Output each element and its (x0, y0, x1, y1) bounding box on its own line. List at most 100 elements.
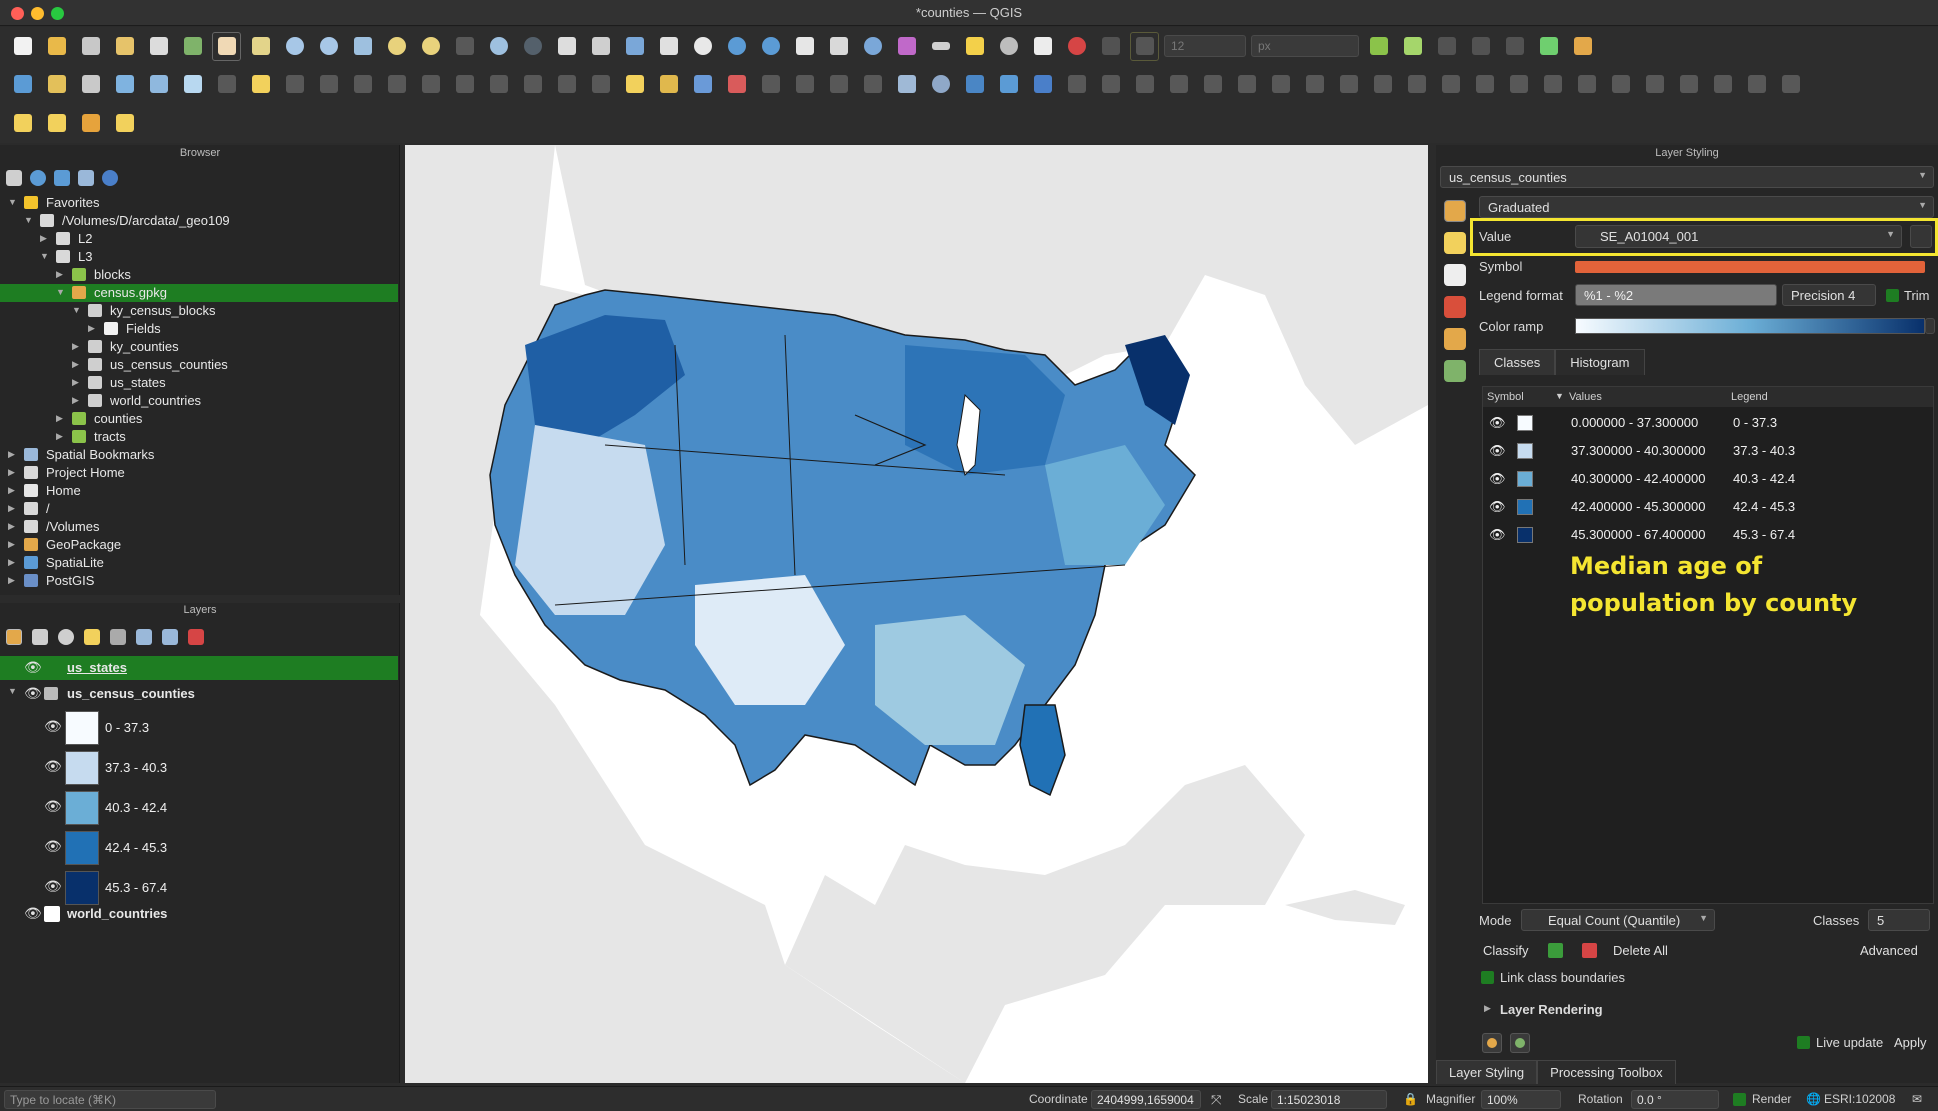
delete-ring-button[interactable] (1266, 70, 1295, 99)
link-boundaries-checkbox[interactable] (1481, 971, 1494, 984)
class-values[interactable]: 42.400000 - 45.300000 (1571, 499, 1705, 514)
rotate-feature-button[interactable] (1096, 70, 1125, 99)
history-tab-icon[interactable] (1444, 360, 1466, 382)
new-project-button[interactable] (8, 32, 37, 61)
3d-view-tab-icon[interactable] (1444, 296, 1466, 318)
add-class-icon[interactable] (1548, 943, 1563, 958)
trim-checkbox[interactable] (1886, 289, 1899, 302)
collapse-arrow-icon[interactable]: ▼ (40, 251, 49, 261)
lock-icon[interactable]: 🔒 (1403, 1092, 1418, 1106)
visibility-eye-icon[interactable]: 👁 (44, 758, 62, 775)
class-legend[interactable]: 42.4 - 45.3 (1733, 499, 1795, 514)
reshape-button[interactable] (1334, 70, 1363, 99)
font-size-spinbox[interactable]: 12 (1164, 35, 1246, 57)
snap-vertex-button[interactable] (1130, 31, 1159, 61)
deselect-all-button[interactable] (76, 109, 105, 138)
expand-arrow-icon[interactable]: ▶ (56, 269, 63, 280)
toggle-editing-button[interactable] (246, 70, 275, 99)
paste-features-button[interactable] (518, 70, 547, 99)
layer-select[interactable]: us_census_counties ▼ (1440, 166, 1934, 188)
symbol-preview[interactable] (1575, 261, 1925, 273)
new-3d-view-button[interactable] (586, 32, 615, 61)
class-values[interactable]: 40.300000 - 42.400000 (1571, 471, 1705, 486)
browser-item[interactable]: ▼ Favorites (0, 194, 398, 212)
ellipse-button[interactable] (1742, 70, 1771, 99)
annotation-button[interactable] (994, 32, 1023, 61)
layer-us-census-counties[interactable]: ▼ 👁 us_census_counties (0, 683, 398, 705)
db-manager-button[interactable] (892, 70, 921, 99)
new-map-view-button[interactable] (552, 32, 581, 61)
browser-item[interactable]: ▶ SpatiaLite (0, 554, 398, 572)
text-annotation-button[interactable] (1028, 32, 1057, 61)
legend-class-item[interactable]: 👁 40.3 - 42.4 (0, 788, 398, 828)
expand-arrow-icon[interactable]: ▶ (8, 539, 15, 550)
measure-button[interactable] (926, 32, 955, 61)
apply-button[interactable]: Apply (1888, 1032, 1933, 1053)
visibility-eye-icon[interactable]: 👁 (1489, 471, 1506, 487)
diagram-tool-button[interactable] (654, 70, 683, 99)
browser-item[interactable]: ▶ PostGIS (0, 572, 398, 590)
move-label-button[interactable] (756, 70, 785, 99)
expand-all-icon[interactable] (136, 629, 152, 645)
intersection-button[interactable] (1432, 32, 1461, 61)
map-canvas[interactable] (405, 145, 1428, 1083)
pan-map-button[interactable] (212, 31, 241, 61)
merge-attributes-button[interactable] (1470, 70, 1499, 99)
layer-world-countries[interactable]: 👁 world_countries (0, 903, 398, 925)
symbology-tab-icon[interactable] (1444, 200, 1466, 222)
visibility-eye-icon[interactable]: 👁 (1489, 499, 1506, 515)
expand-arrow-icon[interactable]: ▶ (88, 323, 95, 334)
live-update-checkbox[interactable] (1797, 1036, 1810, 1049)
class-values[interactable]: 45.300000 - 67.400000 (1571, 527, 1705, 542)
legend-class-item[interactable]: 👁 37.3 - 40.3 (0, 748, 398, 788)
expand-arrow-icon[interactable]: ▶ (1484, 1003, 1491, 1014)
current-edits-button[interactable] (212, 70, 241, 99)
visibility-eye-icon[interactable]: 👁 (24, 905, 42, 922)
tab-histogram[interactable]: Histogram (1555, 349, 1645, 375)
delete-selected-button[interactable] (416, 70, 445, 99)
select-location-button[interactable] (110, 109, 139, 138)
add-group-icon[interactable] (32, 629, 48, 645)
class-values[interactable]: 37.300000 - 40.300000 (1571, 443, 1705, 458)
expand-arrow-icon[interactable]: ▶ (72, 395, 79, 406)
expand-arrow-icon[interactable]: ▶ (8, 449, 15, 460)
browser-item[interactable]: ▶ / (0, 500, 398, 518)
crs-button[interactable]: ESRI:102008 (1824, 1092, 1895, 1106)
cut-features-button[interactable] (450, 70, 479, 99)
redo-style-button[interactable] (1510, 1033, 1530, 1053)
visibility-eye-icon[interactable]: 👁 (1489, 527, 1506, 543)
locator-search-button[interactable] (1534, 32, 1563, 61)
color-ramp-dropdown[interactable] (1925, 318, 1935, 334)
coordinate-field[interactable]: 2404999,1659004 (1091, 1090, 1201, 1109)
save-edits-button[interactable] (280, 70, 309, 99)
layer-rendering-section[interactable]: Layer Rendering (1500, 1002, 1603, 1017)
column-symbol[interactable]: Symbol (1487, 391, 1524, 403)
add-vector-button[interactable] (178, 70, 207, 99)
merge-features-button[interactable] (1436, 70, 1465, 99)
avoid-overlap-button[interactable] (1500, 32, 1529, 61)
visibility-eye-icon[interactable]: 👁 (44, 718, 62, 735)
regular-polygon-button[interactable] (1776, 70, 1805, 99)
mode-select[interactable]: Equal Count (Quantile) ▼ (1521, 909, 1715, 931)
crs-globe-icon[interactable]: 🌐 (1806, 1092, 1821, 1106)
class-symbol-swatch[interactable] (1517, 471, 1533, 487)
vertex-tool-button[interactable] (348, 70, 377, 99)
shape-digitize-button[interactable] (1640, 70, 1669, 99)
collapse-arrow-icon[interactable]: ▼ (8, 686, 17, 696)
vertex-editor-button[interactable] (1538, 70, 1567, 99)
browser-item[interactable]: ▼ census.gpkg (0, 284, 398, 302)
new-geopackage-button[interactable] (42, 70, 71, 99)
python-console-button[interactable] (960, 70, 989, 99)
select-features-button[interactable] (8, 109, 37, 138)
messages-icon[interactable]: ✉ (1912, 1092, 1922, 1106)
expand-arrow-icon[interactable]: ▶ (8, 557, 15, 568)
magnifier-spinbox[interactable]: 100% (1481, 1090, 1561, 1109)
snapping-button[interactable] (1096, 32, 1125, 61)
zoom-last-button[interactable] (484, 32, 513, 61)
expand-arrow-icon[interactable]: ▶ (8, 485, 15, 496)
class-legend[interactable]: 40.3 - 42.4 (1733, 471, 1795, 486)
font-unit-select[interactable]: px (1251, 35, 1359, 57)
filter-icon[interactable] (54, 170, 70, 186)
browser-item[interactable]: ▶ us_states (0, 374, 398, 392)
expand-arrow-icon[interactable]: ▶ (56, 431, 63, 442)
